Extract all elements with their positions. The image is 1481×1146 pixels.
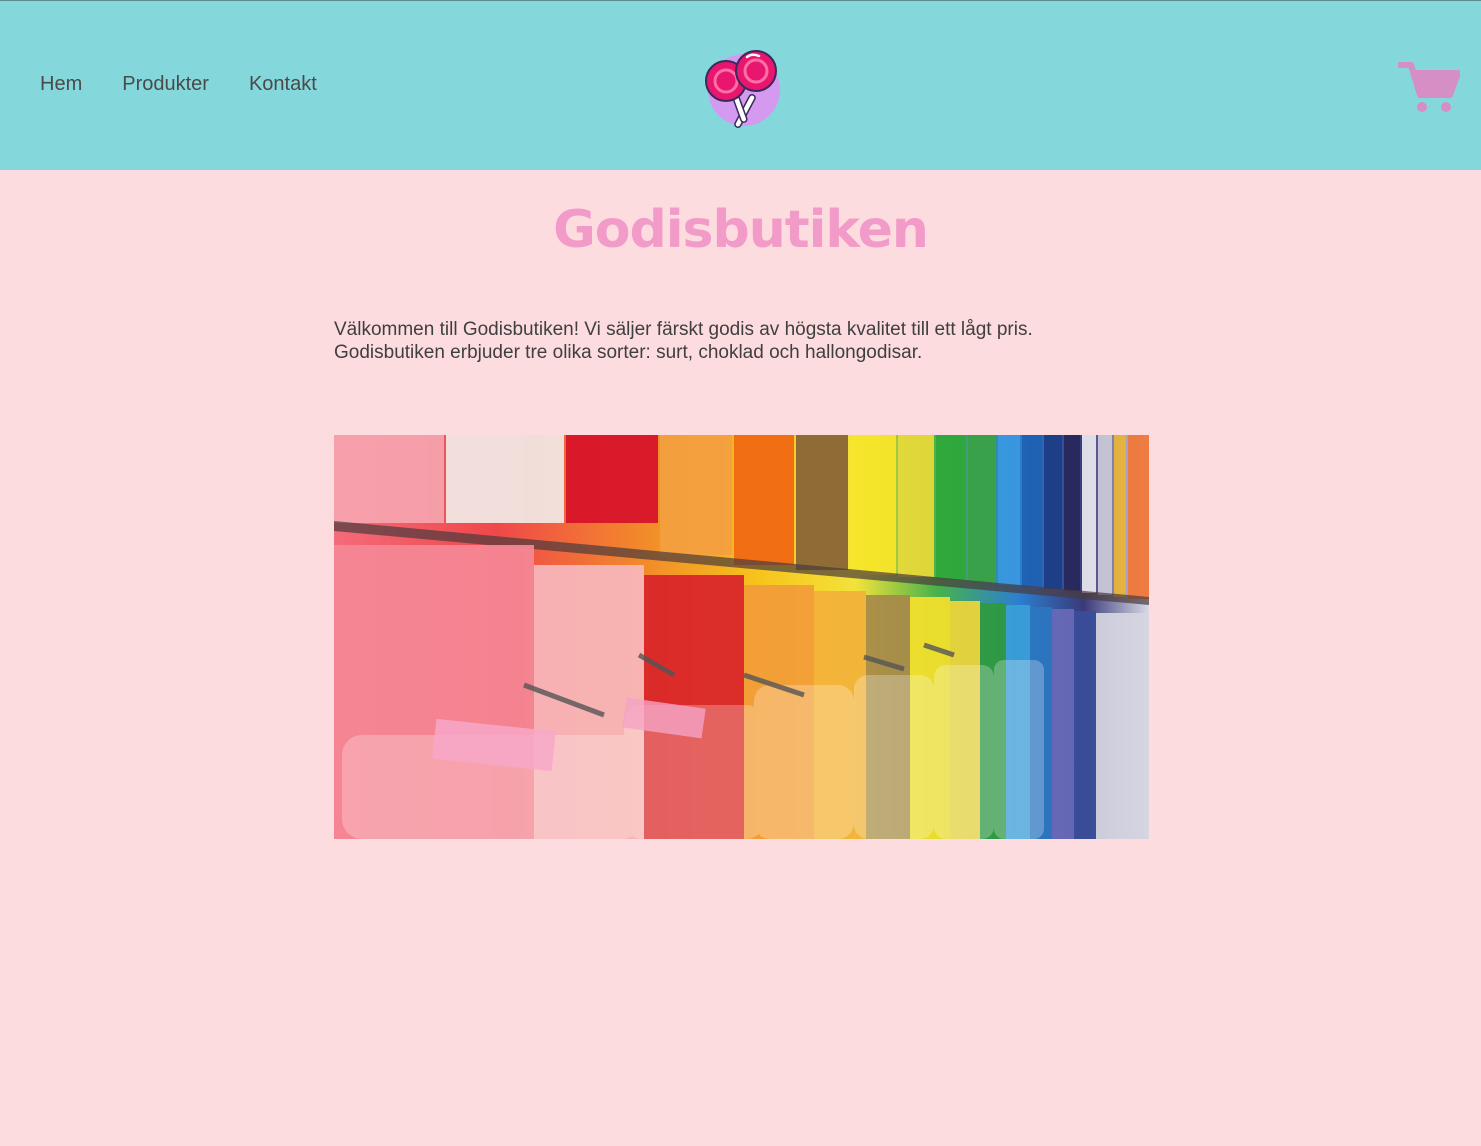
- intro-line-1: Välkommen till Godisbutiken! Vi säljer f…: [334, 319, 1033, 340]
- shopping-cart-icon[interactable]: [1398, 59, 1460, 115]
- nav-link-produkter[interactable]: Produkter: [122, 73, 209, 96]
- nav-link-kontakt[interactable]: Kontakt: [249, 73, 317, 96]
- page-title: Godisbutiken: [553, 200, 929, 260]
- intro-text: Välkommen till Godisbutiken! Vi säljer f…: [334, 318, 1154, 364]
- main-nav: Hem Produkter Kontakt: [40, 73, 317, 96]
- intro-line-2: Godisbutiken erbjuder tre olika sorter: …: [334, 342, 923, 363]
- nav-link-hem[interactable]: Hem: [40, 73, 82, 96]
- candy-wall-photo: [334, 435, 1149, 839]
- lollipop-logo-icon[interactable]: [700, 43, 790, 133]
- site-header: Hem Produkter Kontakt: [0, 0, 1481, 170]
